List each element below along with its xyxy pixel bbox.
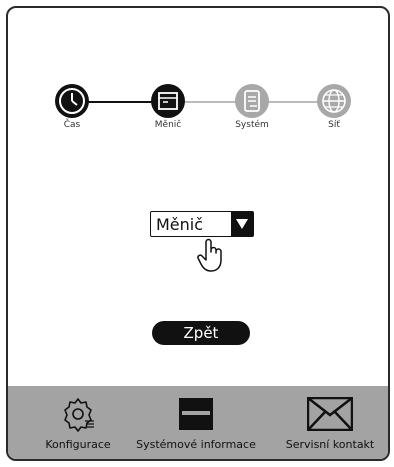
bottom-nav-bar: Konfigurace Systémové informace Servisní…	[8, 386, 388, 459]
envelope-icon	[274, 392, 386, 436]
step-inverter[interactable]: Měnič	[138, 84, 198, 130]
dropdown-value: Měnič	[156, 214, 204, 234]
step-label: Síť	[328, 120, 340, 130]
nav-label: Konfigurace	[45, 438, 111, 451]
hand-pointer-icon	[196, 238, 226, 278]
gear-icon	[32, 392, 124, 436]
clock-icon	[55, 84, 89, 118]
step-system[interactable]: Systém	[222, 84, 282, 130]
info-icon	[128, 392, 264, 436]
step-label: Systém	[235, 120, 269, 130]
step-label: Čas	[63, 120, 81, 130]
step-time[interactable]: Čas	[42, 84, 102, 130]
nav-label: Servisní kontakt	[285, 438, 375, 451]
nav-service-contact[interactable]: Servisní kontakt	[274, 392, 386, 451]
globe-icon	[317, 84, 351, 118]
setup-steps: Čas Měnič Systém Síť	[8, 84, 388, 154]
step-label: Měnič	[154, 120, 182, 130]
system-icon	[235, 84, 269, 118]
step-network[interactable]: Síť	[304, 84, 364, 130]
nav-label: Systémové informace	[136, 438, 256, 451]
screen-frame: Čas Měnič Systém Síť Měnič Zpět Konfigur…	[6, 6, 390, 461]
nav-system-info[interactable]: Systémové informace	[128, 392, 264, 451]
inverter-icon	[151, 84, 185, 118]
chevron-down-icon[interactable]	[231, 212, 253, 236]
back-button[interactable]: Zpět	[152, 321, 250, 345]
nav-configuration[interactable]: Konfigurace	[32, 392, 124, 451]
device-type-dropdown[interactable]: Měnič	[150, 211, 254, 237]
